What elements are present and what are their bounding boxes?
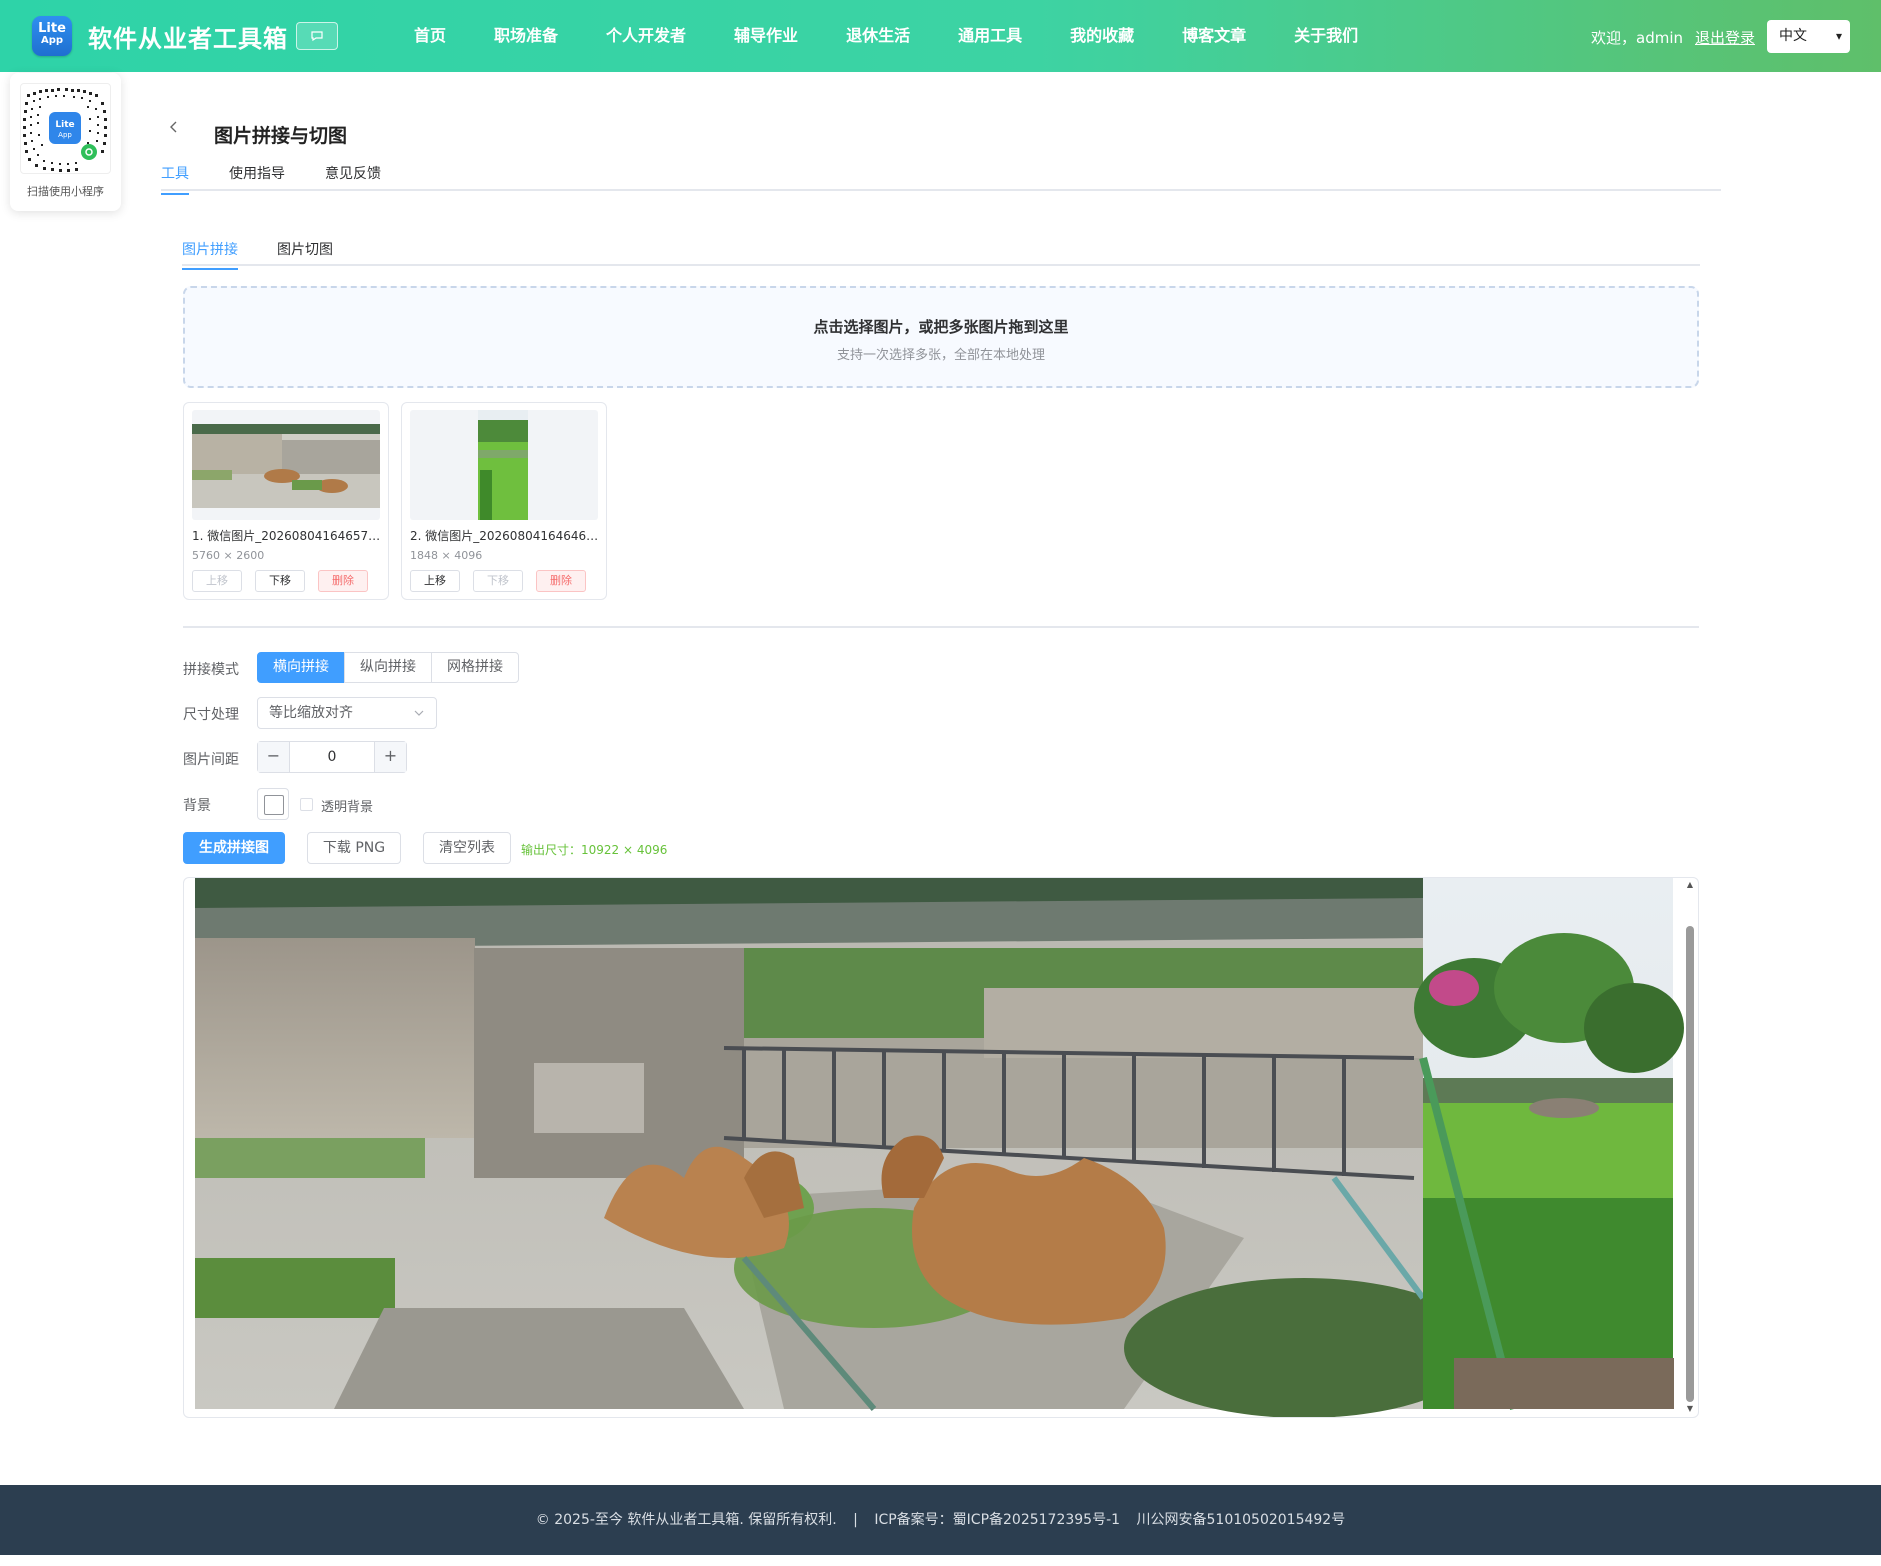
svg-text:Lite: Lite	[55, 120, 74, 130]
nav-item-tools[interactable]: 通用工具	[934, 0, 1046, 72]
gap-stepper: − 0 +	[257, 741, 407, 773]
qr-code-image: Lite App	[20, 83, 111, 174]
qr-code-icon: Lite App	[23, 88, 107, 172]
background-label: 背景	[183, 798, 211, 814]
delete-button[interactable]: 删除	[536, 570, 586, 592]
clear-list-button[interactable]: 清空列表	[423, 832, 511, 864]
page-tabs: 工具 使用指导 意见反馈	[161, 160, 1721, 195]
output-size-text: 输出尺寸：10922 × 4096	[521, 843, 668, 857]
logout-link[interactable]: 退出登录	[1695, 27, 1755, 48]
tab-tool[interactable]: 工具	[161, 163, 189, 195]
tool-subtabs: 图片拼接 图片切图	[182, 236, 1700, 270]
footer-police-link[interactable]: 川公网安备51010502015492号	[1137, 1512, 1346, 1528]
logo-text-line1: Lite	[38, 21, 66, 36]
chat-button[interactable]	[296, 22, 338, 50]
size-mode-value: 等比缩放对齐	[269, 705, 353, 721]
chat-bubble-icon	[311, 30, 323, 41]
scrollbar-thumb[interactable]	[1686, 926, 1694, 1402]
mode-vertical-button[interactable]: 纵向拼接	[344, 652, 432, 683]
brand-title[interactable]: 软件从业者工具箱	[88, 19, 288, 54]
transparent-label[interactable]: 透明背景	[321, 796, 373, 815]
image-card: 2. 微信图片_20260804164646… 1848 × 4096 上移 下…	[401, 402, 607, 600]
download-png-button[interactable]: 下载 PNG	[307, 832, 401, 864]
top-header: Lite App 软件从业者工具箱 首页 职场准备 个人开发者 辅导作业 退休生…	[0, 0, 1881, 72]
nav-item-homework[interactable]: 辅导作业	[710, 0, 822, 72]
nav-item-home[interactable]: 首页	[390, 0, 470, 72]
generate-button[interactable]: 生成拼接图	[183, 832, 285, 864]
image-dimensions: 1848 × 4096	[410, 549, 483, 562]
image-thumbnail	[410, 410, 598, 520]
image-name: 2. 微信图片_20260804164646…	[410, 529, 599, 543]
scroll-up-icon[interactable]: ▲	[1684, 880, 1696, 889]
move-down-button[interactable]: 下移	[255, 570, 305, 592]
chevron-left-icon[interactable]	[168, 118, 180, 139]
size-mode-select[interactable]: 等比缩放对齐	[257, 697, 437, 729]
svg-text:App: App	[58, 131, 72, 139]
qr-caption: 扫描使用小程序	[27, 185, 104, 198]
mode-grid-button[interactable]: 网格拼接	[431, 652, 519, 683]
welcome-text: 欢迎，admin	[1591, 29, 1683, 47]
site-footer: © 2025-至今 软件从业者工具箱. 保留所有权利. | ICP备案号：蜀IC…	[0, 1485, 1881, 1555]
gap-label: 图片间距	[183, 752, 239, 768]
footer-copyright: © 2025-至今 软件从业者工具箱. 保留所有权利.	[535, 1512, 837, 1528]
image-dimensions: 5760 × 2600	[192, 549, 265, 562]
miniprogram-qr-card: Lite App 扫描使用小程序	[10, 73, 121, 211]
section-divider	[183, 626, 1699, 628]
color-swatch	[264, 795, 284, 815]
move-down-button[interactable]: 下移	[473, 570, 523, 592]
transparent-checkbox[interactable]	[300, 798, 313, 811]
nav-item-favorites[interactable]: 我的收藏	[1046, 0, 1158, 72]
nav-item-about[interactable]: 关于我们	[1270, 0, 1382, 72]
footer-icp-link[interactable]: ICP备案号：蜀ICP备2025172395号-1	[874, 1512, 1120, 1528]
logo-text-line2: App	[40, 35, 64, 46]
move-up-button[interactable]: 上移	[410, 570, 460, 592]
nav-item-retirement[interactable]: 退休生活	[822, 0, 934, 72]
nav-item-blog[interactable]: 博客文章	[1158, 0, 1270, 72]
page-title: 图片拼接与切图	[214, 125, 348, 147]
size-label: 尺寸处理	[183, 707, 239, 723]
preview-image	[195, 878, 1684, 1417]
chevron-down-icon: ▾	[1835, 29, 1842, 43]
image-thumbnail	[192, 410, 380, 520]
tab-guide[interactable]: 使用指导	[229, 163, 285, 191]
main-nav: 首页 职场准备 个人开发者 辅导作业 退休生活 通用工具 我的收藏 博客文章 关…	[390, 0, 1382, 72]
nav-item-indie-dev[interactable]: 个人开发者	[582, 0, 710, 72]
language-value: 中文	[1779, 28, 1807, 44]
app-logo[interactable]: Lite App	[32, 16, 72, 56]
plus-icon[interactable]: +	[374, 742, 406, 772]
mode-horizontal-button[interactable]: 横向拼接	[257, 652, 345, 683]
image-name: 1. 微信图片_20260804164657…	[192, 529, 381, 543]
dropzone-title: 点击选择图片，或把多张图片拖到这里	[813, 318, 1069, 336]
image-card: 1. 微信图片_20260804164657… 5760 × 2600 上移 下…	[183, 402, 389, 600]
move-up-button[interactable]: 上移	[192, 570, 242, 592]
mode-segmented-control: 横向拼接 纵向拼接 网格拼接	[257, 652, 519, 683]
preview-scrollbar[interactable]: ▲ ▼	[1684, 880, 1696, 1413]
minus-icon[interactable]: −	[258, 742, 290, 772]
gap-input[interactable]: 0	[290, 742, 374, 772]
nav-item-career[interactable]: 职场准备	[470, 0, 582, 72]
upload-dropzone[interactable]: 点击选择图片，或把多张图片拖到这里 支持一次选择多张，全部在本地处理	[183, 286, 1699, 388]
footer-separator: |	[853, 1512, 858, 1528]
scroll-down-icon[interactable]: ▼	[1684, 1404, 1696, 1413]
background-color-picker[interactable]	[257, 788, 289, 820]
chevron-down-icon	[414, 698, 424, 740]
mode-label: 拼接模式	[183, 662, 239, 678]
subtab-stitch[interactable]: 图片拼接	[182, 239, 238, 270]
delete-button[interactable]: 删除	[318, 570, 368, 592]
tab-feedback[interactable]: 意见反馈	[325, 163, 381, 191]
subtab-slice[interactable]: 图片切图	[277, 239, 333, 266]
language-select[interactable]: 中文 ▾	[1767, 20, 1850, 53]
stitched-preview	[183, 877, 1699, 1418]
dropzone-hint: 支持一次选择多张，全部在本地处理	[836, 348, 1045, 363]
